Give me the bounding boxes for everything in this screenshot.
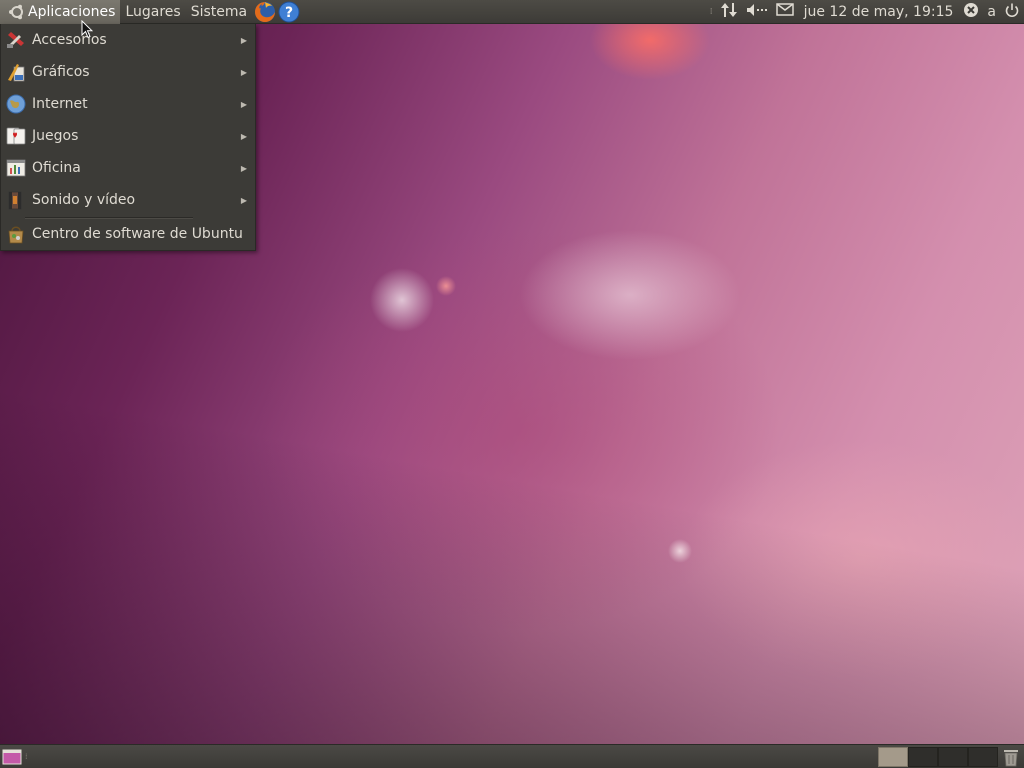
menu-item-label: Oficina: [32, 160, 81, 176]
network-updown-icon[interactable]: [720, 2, 738, 22]
workspace-3[interactable]: [938, 747, 968, 767]
applications-menu-label: Aplicaciones: [28, 3, 116, 20]
menu-item-games[interactable]: Juegos ▶: [1, 120, 255, 152]
menu-item-office[interactable]: Oficina ▶: [1, 152, 255, 184]
sound-video-icon: [4, 188, 28, 212]
submenu-arrow-icon: ▶: [240, 99, 247, 109]
power-icon[interactable]: [1004, 2, 1020, 22]
help-icon[interactable]: ?: [278, 1, 300, 23]
menu-item-label: Internet: [32, 96, 88, 112]
top-panel: Aplicaciones Lugares Sistema ? ⁞ jue 12 …: [0, 0, 1024, 24]
software-center-icon: [4, 222, 28, 246]
submenu-arrow-icon: ▶: [240, 195, 247, 205]
mail-envelope-icon[interactable]: [775, 3, 794, 20]
applications-menu-button[interactable]: Aplicaciones: [0, 0, 121, 24]
applications-menu: Accesorios ▶ Gráficos ▶ Internet ▶ Juego…: [0, 24, 256, 251]
games-icon: [4, 124, 28, 148]
places-menu-button[interactable]: Lugares: [120, 0, 185, 24]
system-tray: ⁞ jue 12 de may, 19:15 a: [706, 0, 1024, 24]
workspace-1[interactable]: [878, 747, 908, 767]
menu-item-accessories[interactable]: Accesorios ▶: [1, 24, 255, 56]
panel-handle: ⁞: [25, 752, 28, 761]
menu-item-label: Centro de software de Ubuntu: [32, 226, 243, 242]
firefox-icon[interactable]: [254, 1, 276, 23]
menu-item-label: Juegos: [32, 128, 79, 144]
menu-item-label: Sonido y vídeo: [32, 192, 136, 208]
show-desktop-icon[interactable]: [1, 748, 23, 766]
submenu-arrow-icon: ▶: [240, 131, 247, 141]
system-menu-button[interactable]: Sistema: [186, 0, 252, 24]
menu-item-internet[interactable]: Internet ▶: [1, 88, 255, 120]
workspace-switcher: [878, 747, 998, 767]
bottom-panel: ⁞: [0, 744, 1024, 768]
submenu-arrow-icon: ▶: [240, 163, 247, 173]
internet-icon: [4, 92, 28, 116]
submenu-arrow-icon: ▶: [240, 67, 247, 77]
menu-item-graphics[interactable]: Gráficos ▶: [1, 56, 255, 88]
panel-handle: ⁞: [709, 6, 713, 17]
submenu-arrow-icon: ▶: [240, 35, 247, 45]
menu-item-sound-video[interactable]: Sonido y vídeo ▶: [1, 184, 255, 216]
user-offline-icon[interactable]: [963, 2, 979, 22]
accessories-icon: [4, 28, 28, 52]
trash-icon[interactable]: [1001, 746, 1021, 767]
workspace-4[interactable]: [968, 747, 998, 767]
menu-item-label: Gráficos: [32, 64, 90, 80]
menu-item-label: Accesorios: [32, 32, 107, 48]
graphics-icon: [4, 60, 28, 84]
svg-text:?: ?: [285, 5, 293, 21]
ubuntu-logo-icon: [8, 3, 26, 21]
clock[interactable]: jue 12 de may, 19:15: [804, 4, 954, 20]
office-icon: [4, 156, 28, 180]
user-name[interactable]: a: [987, 4, 996, 20]
workspace-2[interactable]: [908, 747, 938, 767]
volume-muted-icon[interactable]: [746, 3, 768, 21]
menu-item-software-center[interactable]: Centro de software de Ubuntu: [1, 218, 255, 250]
